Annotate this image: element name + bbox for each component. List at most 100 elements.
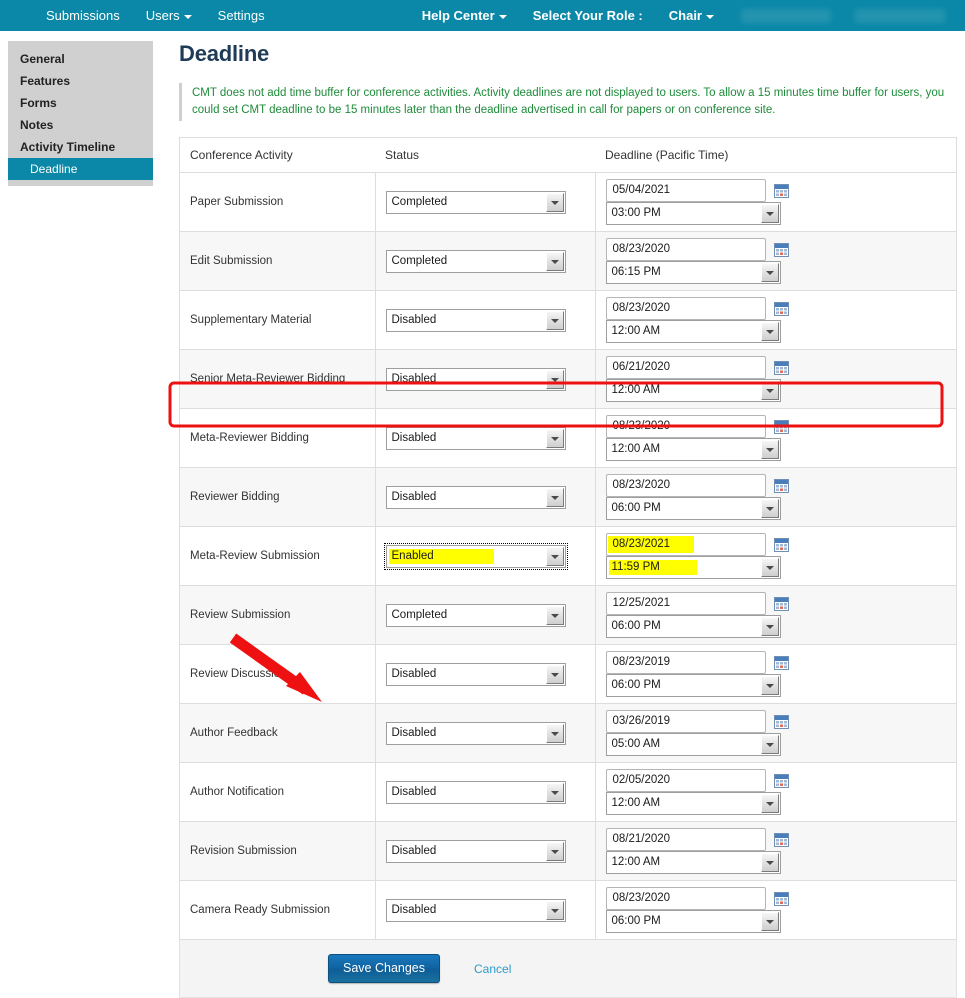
status-select[interactable]: Completed <box>385 190 566 214</box>
cell-status: Disabled <box>374 408 595 468</box>
date-input[interactable]: 08/23/2020 <box>605 238 766 261</box>
time-select[interactable]: 12:00 AM <box>605 792 781 815</box>
chevron-down-icon[interactable] <box>760 204 779 223</box>
nav-item-users[interactable]: Users <box>133 0 205 31</box>
cell-status: Disabled <box>374 703 595 763</box>
redacted-conference-name <box>855 8 945 23</box>
cancel-link[interactable]: Cancel <box>474 962 511 976</box>
chevron-down-icon[interactable] <box>545 487 564 507</box>
column-header-deadline: Deadline (Pacific Time) <box>595 137 957 173</box>
chevron-down-icon[interactable] <box>760 676 779 695</box>
sidebar-item-activity-timeline[interactable]: Activity Timeline <box>8 136 153 158</box>
chevron-down-icon[interactable] <box>545 900 564 920</box>
calendar-icon[interactable] <box>773 891 789 906</box>
table-row: Edit Submission Completed 08/23/2020 06:15 … <box>179 231 957 291</box>
chevron-down-icon[interactable] <box>760 853 779 872</box>
time-select[interactable]: 12:00 AM <box>605 851 781 874</box>
date-input[interactable]: 08/23/2020 <box>605 887 766 910</box>
chevron-down-icon[interactable] <box>545 664 564 684</box>
chevron-down-icon[interactable] <box>760 381 779 400</box>
calendar-icon[interactable] <box>773 655 789 670</box>
status-select[interactable]: Disabled <box>385 485 566 509</box>
chevron-down-icon[interactable] <box>545 841 564 861</box>
calendar-icon[interactable] <box>773 832 789 847</box>
sidebar-item-features[interactable]: Features <box>8 70 153 92</box>
sidebar-item-general[interactable]: General <box>8 48 153 70</box>
status-select[interactable]: Disabled <box>385 367 566 391</box>
time-select[interactable]: 06:00 PM <box>605 497 781 520</box>
calendar-icon[interactable] <box>773 773 789 788</box>
sidebar-item-notes[interactable]: Notes <box>8 114 153 136</box>
date-input[interactable]: 08/23/2020 <box>605 297 766 320</box>
status-select[interactable]: Disabled <box>385 426 566 450</box>
cell-conference-activity: Edit Submission <box>179 231 375 291</box>
date-input[interactable]: 03/26/2019 <box>605 710 766 733</box>
chevron-down-icon[interactable] <box>545 605 564 625</box>
chevron-down-icon[interactable] <box>760 735 779 754</box>
time-select[interactable]: 11:59 PM <box>605 556 781 579</box>
date-input[interactable]: 08/23/2020 <box>605 415 766 438</box>
status-select[interactable]: Completed <box>385 249 566 273</box>
status-select[interactable]: Disabled <box>385 839 566 863</box>
time-select[interactable]: 12:00 AM <box>605 379 781 402</box>
chevron-down-icon[interactable] <box>545 782 564 802</box>
status-select[interactable]: Disabled <box>385 780 566 804</box>
status-select[interactable]: Disabled <box>385 898 566 922</box>
chevron-down-icon[interactable] <box>545 369 564 389</box>
status-select[interactable]: Enabled <box>383 542 568 570</box>
chevron-down-icon[interactable] <box>760 794 779 813</box>
chevron-down-icon[interactable] <box>545 546 564 566</box>
chevron-down-icon[interactable] <box>545 310 564 330</box>
status-select[interactable]: Disabled <box>385 721 566 745</box>
sidebar-item-forms[interactable]: Forms <box>8 92 153 114</box>
time-select[interactable]: 06:00 PM <box>605 910 781 933</box>
cell-status: Disabled <box>374 467 595 527</box>
time-select[interactable]: 05:00 AM <box>605 733 781 756</box>
chevron-down-icon[interactable] <box>760 322 779 341</box>
date-input[interactable]: 08/21/2020 <box>605 828 766 851</box>
status-select[interactable]: Disabled <box>385 308 566 332</box>
date-input[interactable]: 05/04/2021 <box>605 179 766 202</box>
chevron-down-icon[interactable] <box>545 251 564 271</box>
time-select[interactable]: 06:00 PM <box>605 674 781 697</box>
calendar-icon[interactable] <box>773 419 789 434</box>
calendar-icon[interactable] <box>773 537 789 552</box>
time-select[interactable]: 06:15 PM <box>605 261 781 284</box>
cell-deadline: 12/25/2021 06:00 PM <box>594 585 957 645</box>
calendar-icon[interactable] <box>773 596 789 611</box>
date-input[interactable]: 06/21/2020 <box>605 356 766 379</box>
info-banner: CMT does not add time buffer for confere… <box>179 83 949 121</box>
save-changes-button[interactable]: Save Changes <box>328 954 441 983</box>
nav-item-role-chair[interactable]: Chair <box>656 0 727 31</box>
nav-item-help-center[interactable]: Help Center <box>409 0 520 31</box>
chevron-down-icon[interactable] <box>760 617 779 636</box>
status-select[interactable]: Disabled <box>385 662 566 686</box>
date-input[interactable]: 08/23/2019 <box>605 651 766 674</box>
date-input[interactable]: 12/25/2021 <box>605 592 766 615</box>
sidebar-item-deadline[interactable]: Deadline <box>8 158 153 180</box>
date-input[interactable]: 08/23/2021 <box>605 533 766 556</box>
nav-item-submissions[interactable]: Submissions <box>33 0 133 31</box>
calendar-icon[interactable] <box>773 478 789 493</box>
chevron-down-icon[interactable] <box>545 192 564 212</box>
chevron-down-icon[interactable] <box>760 912 779 931</box>
date-input[interactable]: 08/23/2020 <box>605 474 766 497</box>
nav-item-settings[interactable]: Settings <box>205 0 278 31</box>
calendar-icon[interactable] <box>773 360 789 375</box>
time-select[interactable]: 06:00 PM <box>605 615 781 638</box>
chevron-down-icon[interactable] <box>760 499 779 518</box>
chevron-down-icon[interactable] <box>760 558 779 577</box>
status-select[interactable]: Completed <box>385 603 566 627</box>
time-select[interactable]: 12:00 AM <box>605 320 781 343</box>
time-select[interactable]: 03:00 PM <box>605 202 781 225</box>
chevron-down-icon[interactable] <box>760 440 779 459</box>
chevron-down-icon[interactable] <box>545 428 564 448</box>
time-select[interactable]: 12:00 AM <box>605 438 781 461</box>
calendar-icon[interactable] <box>773 301 789 316</box>
calendar-icon[interactable] <box>773 714 789 729</box>
calendar-icon[interactable] <box>773 242 789 257</box>
date-input[interactable]: 02/05/2020 <box>605 769 766 792</box>
main-content: Deadline CMT does not add time buffer fo… <box>175 41 957 998</box>
calendar-icon[interactable] <box>773 183 789 198</box>
chevron-down-icon[interactable] <box>760 263 779 282</box>
